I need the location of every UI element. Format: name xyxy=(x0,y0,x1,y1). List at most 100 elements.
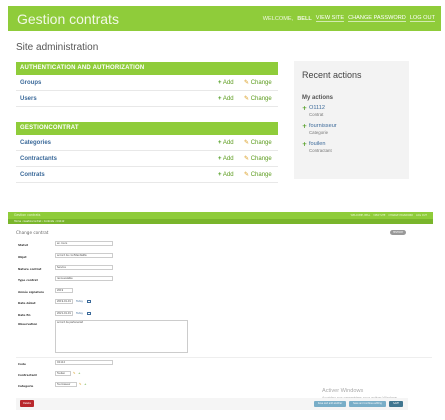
module-caption[interactable]: AUTHENTICATION AND AUTHORIZATION xyxy=(16,62,278,75)
save-button[interactable]: SAVE xyxy=(389,401,403,407)
field-label: Code xyxy=(18,362,26,366)
breadcrumb[interactable]: Home › Gestioncontrat › Contrats › O1112 xyxy=(8,219,433,224)
change-password-link[interactable]: CHANGE PASSWORD xyxy=(348,15,406,22)
today-link[interactable]: Today xyxy=(76,312,83,315)
module-caption[interactable]: GESTIONCONTRAT xyxy=(16,122,278,135)
change-link[interactable]: ✎ Change xyxy=(244,155,272,162)
pencil-icon[interactable]: ✎ xyxy=(79,382,82,386)
change-link[interactable]: ✎ Change xyxy=(244,139,272,146)
model-link-users[interactable]: Users xyxy=(20,96,37,102)
change-link[interactable]: ✎ Change xyxy=(244,79,272,86)
module-gestioncontrat: GESTIONCONTRAT Categories + Add ✎ Change… xyxy=(16,122,278,183)
my-actions-title: My actions xyxy=(302,95,334,101)
add-icon: + xyxy=(218,171,222,178)
add-link[interactable]: + Add xyxy=(218,80,234,86)
pencil-icon: ✎ xyxy=(244,80,250,86)
form-site-brand[interactable]: Gestion contrats xyxy=(14,213,40,217)
observation-textarea[interactable]: accord de partenariat xyxy=(55,320,188,353)
recent-action-type: Categorie xyxy=(309,130,329,135)
model-link-contractants[interactable]: Contractants xyxy=(20,156,57,162)
add-icon[interactable]: + xyxy=(84,382,87,386)
today-link[interactable]: Today xyxy=(76,300,83,303)
recent-action-item: + O1112 Contrat xyxy=(302,105,401,117)
add-link[interactable]: + Add xyxy=(218,156,234,162)
categorie-select[interactable]: fournisseur xyxy=(55,382,77,387)
field-label: Categorie xyxy=(18,384,34,388)
field-label: Nature contrat xyxy=(18,267,42,271)
recent-action-item: + fouilen Contractant xyxy=(302,141,401,153)
form-welcome: WELCOME, BELL xyxy=(350,213,371,217)
model-row-groups: Groups + Add ✎ Change xyxy=(16,75,278,91)
module-auth: AUTHENTICATION AND AUTHORIZATION Groups … xyxy=(16,62,278,107)
change-link[interactable]: ✎ Change xyxy=(244,171,272,178)
recent-action-type: Contractant xyxy=(309,148,332,153)
model-link-categories[interactable]: Categories xyxy=(20,140,51,146)
add-icon: + xyxy=(218,79,222,86)
field-label: Objet xyxy=(18,255,27,259)
form-view-site-link[interactable]: VIEW SITE xyxy=(373,214,385,217)
annee-signature-input[interactable]: 2019 xyxy=(55,288,73,293)
save-add-another-button[interactable]: Save and add another xyxy=(314,401,346,407)
delete-button[interactable]: Delete xyxy=(20,400,34,407)
add-link[interactable]: + Add xyxy=(218,96,234,102)
page-title: Site administration xyxy=(16,42,99,53)
form-user-tools: WELCOME, BELL VIEW SITE CHANGE PASSWORD … xyxy=(351,214,427,217)
date-debut-input[interactable]: 2019-01-01 xyxy=(55,299,73,304)
nature-contrat-input[interactable]: Service xyxy=(55,265,113,270)
calendar-icon[interactable] xyxy=(87,300,91,303)
date-fin-input[interactable]: 2021-01-01 xyxy=(55,311,73,316)
username: BELL xyxy=(297,15,312,22)
add-link[interactable]: + Add xyxy=(218,172,234,178)
site-brand[interactable]: Gestion contrats xyxy=(17,11,119,27)
recent-action-item: + fournisseur Categorie xyxy=(302,123,401,135)
field-label: Observation xyxy=(18,322,38,326)
field-label: Date début xyxy=(18,301,36,305)
save-continue-button[interactable]: Save and continue editing xyxy=(349,401,386,407)
contractant-select[interactable]: fouilen xyxy=(55,371,71,376)
form-header: Gestion contrats WELCOME, BELL VIEW SITE… xyxy=(8,212,433,219)
code-input[interactable]: O1112 xyxy=(55,360,113,365)
form-change-password-link[interactable]: CHANGE PASSWORD xyxy=(388,214,413,217)
recent-action-type: Contrat xyxy=(309,112,324,117)
field-label: Statut xyxy=(18,243,28,247)
model-row-users: Users + Add ✎ Change xyxy=(16,91,278,107)
field-label: Année signature xyxy=(18,290,45,294)
type-contrat-input[interactable]: renouvelable xyxy=(55,276,113,281)
history-button[interactable]: HISTORY xyxy=(390,230,406,235)
field-label: Type contrat xyxy=(18,278,38,282)
user-tools: WELCOME, BELL VIEW SITE CHANGE PASSWORD … xyxy=(263,15,435,22)
add-link[interactable]: + Add xyxy=(218,140,234,146)
pencil-icon: ✎ xyxy=(244,172,250,178)
form-title: Change contrat xyxy=(16,230,49,235)
recent-actions-title: Recent actions xyxy=(302,70,362,80)
admin-header: Gestion contrats WELCOME, BELL VIEW SITE… xyxy=(8,6,441,31)
statut-input[interactable]: en cours xyxy=(55,241,113,246)
form-log-out-link[interactable]: LOG OUT xyxy=(416,214,427,217)
add-icon: + xyxy=(218,139,222,146)
recent-action-link[interactable]: fouilen xyxy=(309,141,401,147)
recent-action-link[interactable]: fournisseur xyxy=(309,123,401,129)
add-icon: + xyxy=(218,155,222,162)
pencil-icon: ✎ xyxy=(244,156,250,162)
pencil-icon: ✎ xyxy=(244,140,250,146)
welcome-text: WELCOME, xyxy=(262,15,294,22)
add-icon[interactable]: + xyxy=(78,371,81,375)
model-row-contractants: Contractants + Add ✎ Change xyxy=(16,151,278,167)
recent-actions-panel: Recent actions My actions + O1112 Contra… xyxy=(294,61,409,179)
change-link[interactable]: ✎ Change xyxy=(244,95,272,102)
calendar-icon[interactable] xyxy=(87,312,91,315)
watermark-title: Activer Windows xyxy=(322,388,364,394)
model-row-contrats: Contrats + Add ✎ Change xyxy=(16,167,278,183)
pencil-icon[interactable]: ✎ xyxy=(73,371,76,375)
model-row-categories: Categories + Add ✎ Change xyxy=(16,135,278,151)
add-icon: + xyxy=(302,123,308,130)
add-icon: + xyxy=(302,141,308,148)
model-link-groups[interactable]: Groups xyxy=(20,80,41,86)
view-site-link[interactable]: VIEW SITE xyxy=(315,15,345,22)
fieldset-divider xyxy=(16,357,432,358)
log-out-link[interactable]: LOG OUT xyxy=(409,15,435,22)
model-link-contrats[interactable]: Contrats xyxy=(20,172,45,178)
recent-actions-list: + O1112 Contrat + fournisseur Categorie … xyxy=(302,105,401,153)
recent-action-link[interactable]: O1112 xyxy=(309,105,401,111)
objet-input[interactable]: accord de confidentialité xyxy=(55,253,113,258)
